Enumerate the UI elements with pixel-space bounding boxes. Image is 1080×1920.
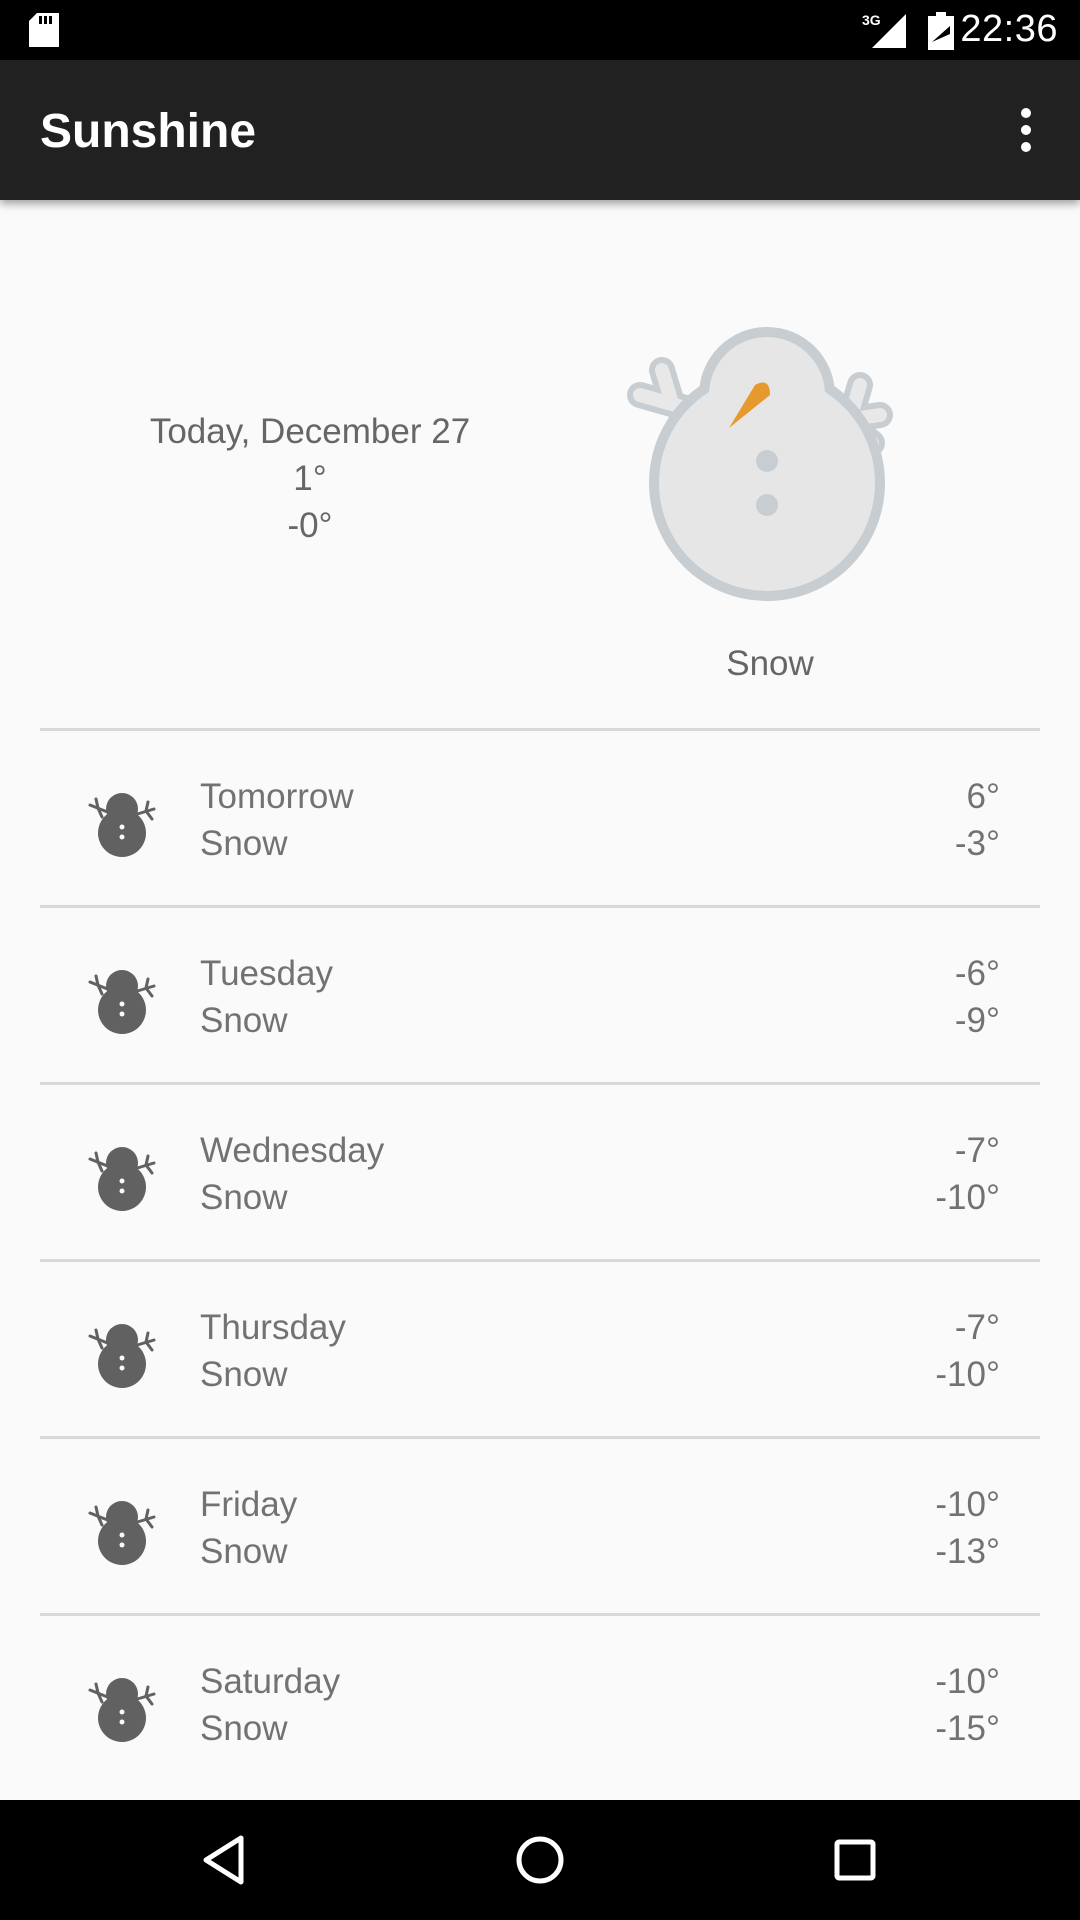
forecast-low-temp: -3° xyxy=(954,824,1000,863)
snowman-icon xyxy=(88,793,156,857)
forecast-row-friday[interactable]: Friday Snow -10° -13° xyxy=(0,1439,1080,1615)
snowman-icon xyxy=(88,1501,156,1565)
forecast-day: Tuesday xyxy=(200,954,333,993)
battery-icon xyxy=(928,12,954,50)
forecast-row-saturday[interactable]: Saturday Snow -10° -15° xyxy=(0,1616,1080,1792)
forecast-low-temp: -13° xyxy=(935,1532,1000,1571)
forecast-high-temp: -10° xyxy=(935,1662,1000,1701)
snowman-icon xyxy=(88,1147,156,1211)
forecast-condition: Snow xyxy=(200,1178,288,1217)
signal-3g-icon: 3G xyxy=(862,12,906,48)
forecast-high-temp: -7° xyxy=(954,1131,1000,1170)
sd-card-icon xyxy=(29,13,59,47)
forecast-row-thursday[interactable]: Thursday Snow -7° -10° xyxy=(0,1262,1080,1438)
home-icon[interactable] xyxy=(510,1830,570,1890)
forecast-high-temp: -6° xyxy=(954,954,1000,993)
forecast-condition: Snow xyxy=(200,1001,288,1040)
forecast-high-temp: -10° xyxy=(935,1485,1000,1524)
snowman-icon xyxy=(88,1678,156,1742)
today-date: Today, December 27 xyxy=(149,412,471,451)
forecast-day: Friday xyxy=(200,1485,298,1524)
today-high-temp: 1° xyxy=(293,459,327,498)
app-title: Sunshine xyxy=(40,105,257,158)
forecast-day: Tomorrow xyxy=(200,777,354,816)
forecast-row-tomorrow[interactable]: Tomorrow Snow 6° -3° xyxy=(0,731,1080,907)
forecast-condition: Snow xyxy=(200,1709,288,1748)
forecast-row-wednesday[interactable]: Wednesday Snow -7° -10° xyxy=(0,1085,1080,1261)
forecast-day: Wednesday xyxy=(200,1131,385,1170)
today-condition: Snow xyxy=(726,644,814,683)
forecast-low-temp: -10° xyxy=(935,1178,1000,1217)
svg-text:3G: 3G xyxy=(862,12,881,28)
forecast-low-temp: -9° xyxy=(954,1001,1000,1040)
back-icon[interactable] xyxy=(196,1830,256,1890)
forecast-high-temp: 6° xyxy=(966,777,1000,816)
recents-icon[interactable] xyxy=(825,1830,885,1890)
forecast-condition: Snow xyxy=(200,1532,288,1571)
app-bar: Sunshine xyxy=(0,60,1080,200)
snowman-icon xyxy=(88,970,156,1034)
forecast-low-temp: -10° xyxy=(935,1355,1000,1394)
overflow-menu-icon[interactable] xyxy=(996,100,1056,160)
forecast-condition: Snow xyxy=(200,824,288,863)
forecast-condition: Snow xyxy=(200,1355,288,1394)
today-low-temp: -0° xyxy=(287,506,333,545)
forecast-day: Saturday xyxy=(200,1662,341,1701)
forecast-row-tuesday[interactable]: Tuesday Snow -6° -9° xyxy=(0,908,1080,1084)
forecast-low-temp: -15° xyxy=(935,1709,1000,1748)
status-time: 22:36 xyxy=(960,8,1058,50)
today-card[interactable]: Today, December 27 1° -0° Snow xyxy=(0,200,1080,728)
navigation-bar xyxy=(0,1800,1080,1920)
forecast-high-temp: -7° xyxy=(954,1308,1000,1347)
snowman-icon xyxy=(88,1324,156,1388)
status-bar: 3G 22:36 xyxy=(0,0,1080,60)
snowman-icon xyxy=(627,327,893,601)
forecast-day: Thursday xyxy=(200,1308,346,1347)
